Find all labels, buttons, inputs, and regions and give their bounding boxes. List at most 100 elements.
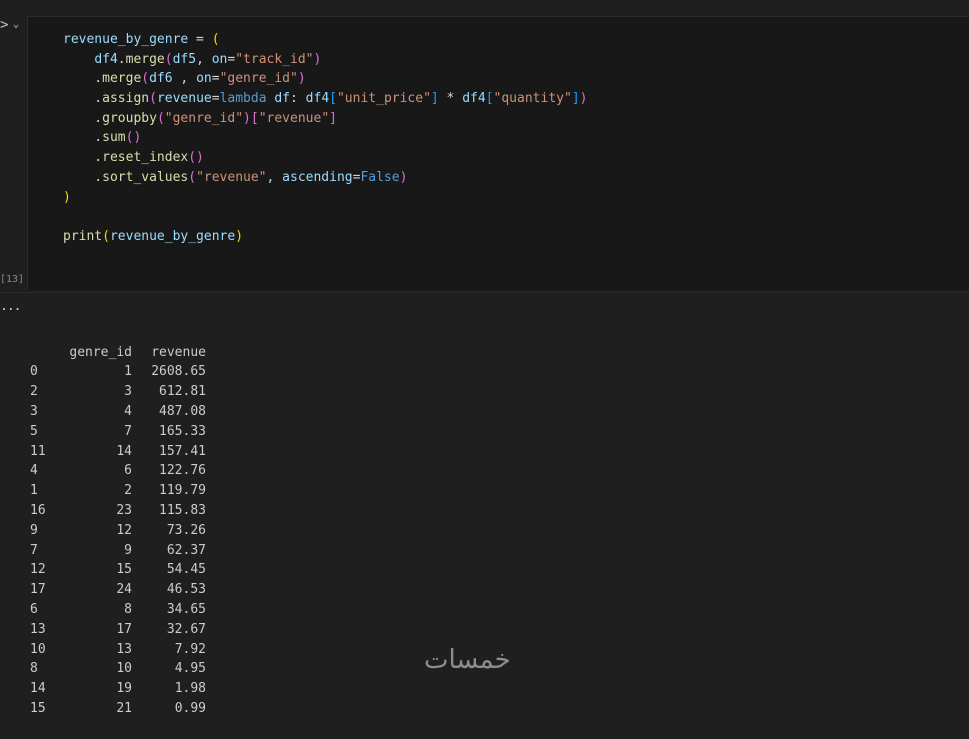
- genre-id-cell: 7: [124, 423, 132, 439]
- code-token: revenue_by_genre: [63, 32, 189, 47]
- code-token: (: [188, 169, 197, 185]
- code-token: ascending: [282, 169, 353, 185]
- genre-id-cell: 23: [116, 502, 132, 518]
- row-index: 0: [30, 364, 38, 380]
- code-token: df4: [94, 51, 118, 67]
- code-cell-editor[interactable]: revenue_by_genre = ( df4.merge(df5, on="…: [27, 16, 969, 290]
- code-token: ): [579, 91, 588, 107]
- chevron-down-icon[interactable]: ⌄: [13, 18, 19, 32]
- code-token: ,: [172, 71, 197, 87]
- cell-output-divider: [0, 292, 969, 293]
- code-line: .assign(revenue=lambda df: df4["unit_pri…: [63, 89, 587, 109]
- code-token: (: [149, 91, 157, 107]
- code-token: [: [250, 110, 259, 126]
- genre-id-cell: 9: [124, 542, 132, 558]
- code-token: (): [188, 150, 204, 166]
- row-index: 7: [30, 542, 38, 558]
- table-row: 15 21 0.99: [30, 699, 206, 719]
- code-token: sum: [102, 130, 126, 146]
- code-token: :: [290, 91, 306, 107]
- code-block[interactable]: revenue_by_genre = ( df4.merge(df5, on="…: [63, 30, 587, 247]
- code-token: ]: [329, 110, 337, 126]
- code-token: .: [63, 130, 103, 146]
- code-token: df6: [149, 71, 173, 87]
- code-token: merge: [125, 51, 165, 67]
- genre-id-cell: 10: [116, 661, 132, 677]
- code-token: ): [235, 228, 244, 244]
- code-token: "revenue": [196, 169, 267, 185]
- row-index: 1: [30, 483, 38, 499]
- genre-id-cell: 14: [116, 443, 132, 459]
- code-token: df4: [462, 91, 486, 107]
- revenue-cell: 4.95: [174, 661, 206, 677]
- code-line: df4.merge(df5, on="track_id"): [63, 50, 587, 70]
- genre-id-cell: 17: [116, 621, 132, 637]
- code-line: ): [63, 188, 587, 208]
- code-token: .: [63, 110, 103, 126]
- genre-id-cell: 4: [124, 403, 132, 419]
- row-index: 2: [30, 384, 38, 400]
- code-token: False: [360, 169, 400, 185]
- revenue-cell: 487.08: [159, 403, 206, 419]
- code-token: reset_index: [102, 150, 189, 166]
- table-row: 2 3 612.81: [30, 382, 206, 402]
- code-token: df4: [305, 91, 330, 107]
- table-row: 7 9 62.37: [30, 541, 206, 561]
- code-token: print: [63, 228, 103, 244]
- table-row: 16 23 115.83: [30, 501, 206, 521]
- code-token: ): [63, 189, 71, 205]
- table-row: 17 24 46.53: [30, 580, 206, 600]
- table-row: 8 10 4.95: [30, 659, 206, 679]
- revenue-cell: 612.81: [159, 384, 206, 400]
- code-token: "genre_id": [219, 71, 298, 87]
- row-index: 13: [30, 621, 46, 637]
- code-token: "unit_price": [336, 91, 431, 107]
- code-token: merge: [102, 71, 142, 87]
- code-token: on: [211, 51, 228, 67]
- code-token: assign: [102, 91, 150, 107]
- row-index: 4: [30, 463, 38, 479]
- code-token: "quantity": [493, 91, 572, 107]
- genre-id-cell: 21: [116, 700, 132, 716]
- row-index: 9: [30, 522, 38, 538]
- code-token: ): [297, 71, 306, 87]
- row-index: 5: [30, 423, 38, 439]
- code-token: "track_id": [235, 51, 314, 67]
- row-index: 10: [30, 641, 46, 657]
- table-row: 3 4 487.08: [30, 402, 206, 422]
- code-line: .sum(): [63, 128, 587, 148]
- genre-id-cell: 3: [124, 384, 132, 400]
- genre-id-cell: 24: [116, 582, 132, 598]
- genre-id-cell: 1: [124, 364, 132, 380]
- run-icon[interactable]: >: [0, 18, 8, 32]
- revenue-cell: 62.37: [166, 542, 206, 558]
- row-index: 12: [30, 562, 46, 578]
- code-line: .reset_index(): [63, 148, 587, 168]
- code-token: =: [188, 32, 212, 47]
- code-line: print(revenue_by_genre): [63, 227, 587, 247]
- revenue-cell: 2608.65: [151, 364, 206, 380]
- code-token: lambda: [219, 91, 267, 107]
- code-token: (: [102, 228, 110, 244]
- revenue-cell: 32.67: [166, 621, 206, 637]
- code-token: revenue_by_genre: [109, 228, 236, 244]
- code-token: sort_values: [102, 169, 189, 185]
- dataframe-output: genre_id revenue 0 1 2608.65 2 3 612.81 3 4 487.…: [30, 343, 206, 719]
- code-token: ,: [196, 51, 212, 67]
- code-token: .: [63, 150, 103, 166]
- code-token: ]: [430, 91, 439, 107]
- more-actions-icon[interactable]: ...: [0, 300, 22, 313]
- revenue-cell: 0.99: [174, 700, 206, 716]
- code-token: =: [211, 71, 220, 87]
- code-token: [: [485, 91, 494, 107]
- code-token: *: [438, 91, 463, 107]
- table-row: 0 1 2608.65: [30, 362, 206, 382]
- code-line: revenue_by_genre = (: [63, 30, 587, 50]
- code-token: (): [125, 130, 142, 146]
- code-token: .: [63, 91, 103, 107]
- revenue-cell: 165.33: [159, 423, 206, 439]
- code-token: df5: [172, 51, 197, 67]
- cell-run-controls[interactable]: > ⌄: [0, 14, 26, 36]
- revenue-cell: 46.53: [166, 582, 206, 598]
